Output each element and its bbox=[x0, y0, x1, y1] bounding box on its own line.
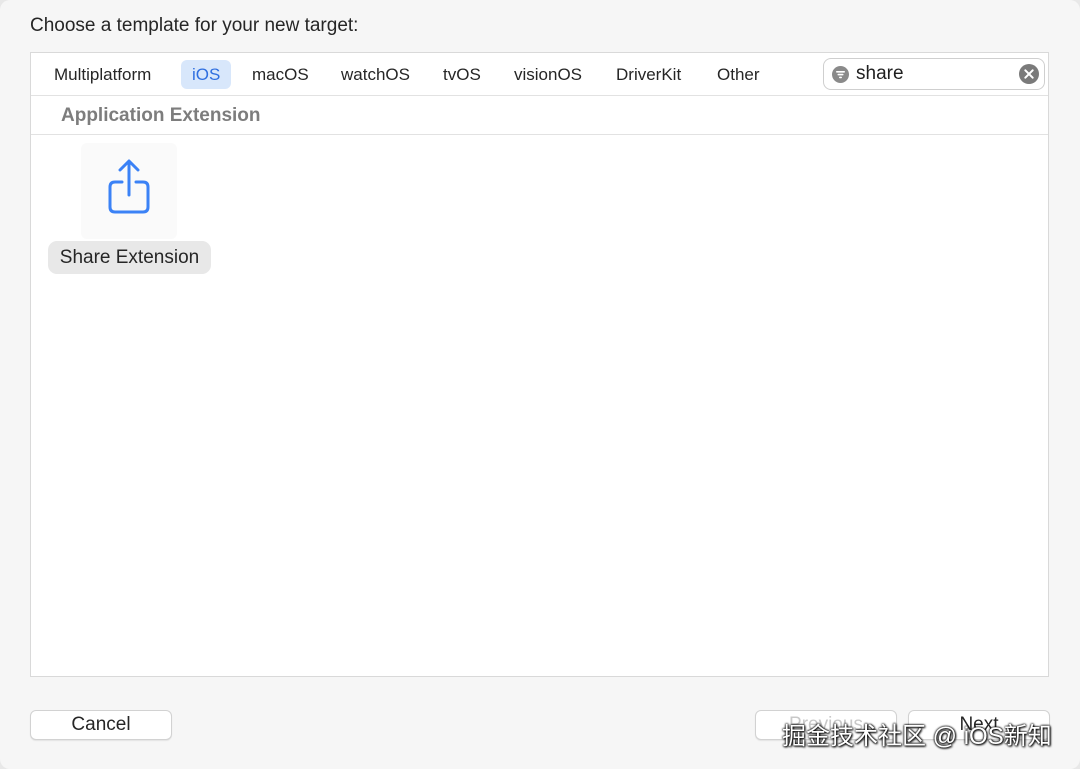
platform-tab-bar: Multiplatform iOS macOS watchOS tvOS vis… bbox=[31, 53, 1048, 96]
clear-icon[interactable] bbox=[1019, 64, 1039, 84]
template-search-field[interactable] bbox=[823, 58, 1045, 90]
watermark-text: 掘金技术社区 @ iOS新知 bbox=[782, 723, 1052, 750]
tab-watchos[interactable]: watchOS bbox=[330, 60, 421, 89]
template-panel: Multiplatform iOS macOS watchOS tvOS vis… bbox=[30, 52, 1049, 677]
tab-multiplatform[interactable]: Multiplatform bbox=[43, 60, 162, 89]
cancel-button[interactable]: Cancel bbox=[30, 710, 172, 740]
template-icon-tile bbox=[81, 143, 177, 239]
tab-other[interactable]: Other bbox=[706, 60, 771, 89]
share-icon bbox=[108, 159, 150, 214]
tab-driverkit[interactable]: DriverKit bbox=[605, 60, 692, 89]
template-label: Share Extension bbox=[48, 241, 211, 274]
tab-visionos[interactable]: visionOS bbox=[503, 60, 593, 89]
filter-icon[interactable] bbox=[832, 66, 849, 83]
tab-macos[interactable]: macOS bbox=[241, 60, 320, 89]
section-title: Application Extension bbox=[61, 105, 261, 126]
dialog-prompt: Choose a template for your new target: bbox=[30, 15, 359, 36]
new-target-dialog: Choose a template for your new target: M… bbox=[0, 0, 1080, 769]
template-share-extension[interactable]: Share Extension bbox=[48, 143, 211, 275]
section-header: Application Extension bbox=[31, 96, 1048, 135]
tab-ios[interactable]: iOS bbox=[181, 60, 232, 89]
search-input[interactable] bbox=[856, 62, 1006, 86]
tab-tvos[interactable]: tvOS bbox=[432, 60, 492, 89]
